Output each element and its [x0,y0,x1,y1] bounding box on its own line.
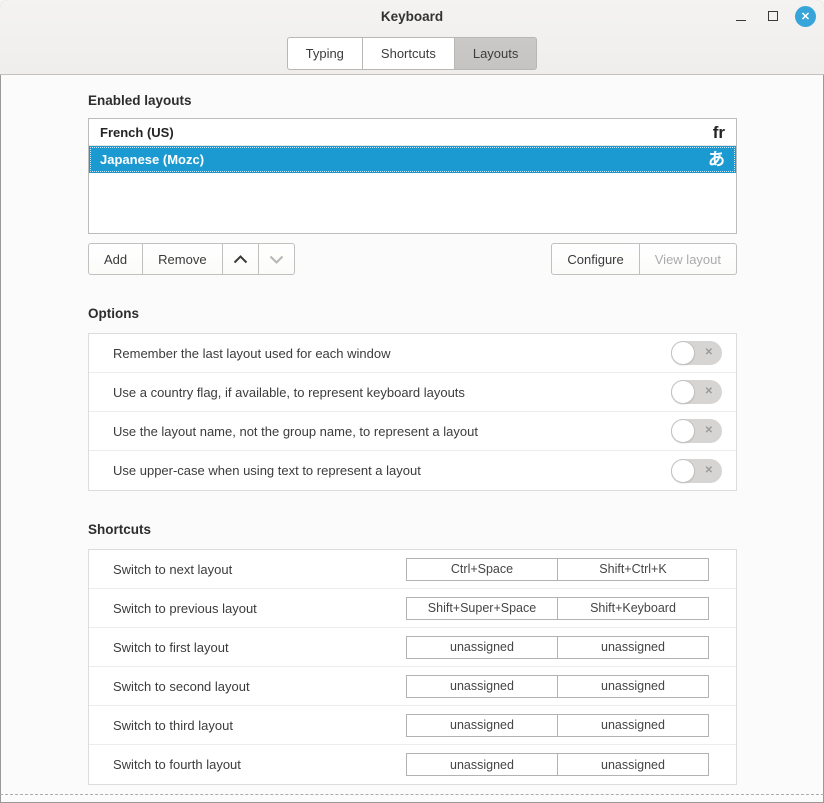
keybinding-cell-2[interactable]: Shift+Ctrl+K [557,559,708,580]
view-layout-button[interactable]: View layout [640,243,737,275]
shortcut-row: Switch to previous layout Shift+Super+Sp… [89,589,736,628]
keybinding-cell-2[interactable]: unassigned [557,715,708,736]
chevron-up-icon [233,255,248,264]
shortcut-label: Switch to second layout [113,679,250,694]
shortcut-label: Switch to third layout [113,718,233,733]
option-row: Use upper-case when using text to repres… [89,451,736,490]
options-box: Remember the last layout used for each w… [88,333,737,491]
tab-shortcuts[interactable]: Shortcuts [363,37,455,70]
toggle-knob [671,459,695,483]
keybinding-cell-1[interactable]: unassigned [407,754,557,775]
keybinding-cell-1[interactable]: Shift+Super+Space [407,598,557,619]
shortcuts-box: Switch to next layout Ctrl+Space Shift+C… [88,549,737,785]
minimize-icon [736,20,746,21]
titlebar[interactable]: Keyboard ✕ [0,0,824,32]
shortcut-label: Switch to next layout [113,562,232,577]
keybinding-pair: unassigned unassigned [406,636,709,659]
window-title: Keyboard [381,9,443,24]
tab-typing[interactable]: Typing [287,37,363,70]
layout-indicator-glyph: あ [708,151,725,168]
shortcut-row: Switch to first layout unassigned unassi… [89,628,736,667]
shortcuts-heading: Shortcuts [88,522,737,537]
keybinding-cell-1[interactable]: unassigned [407,676,557,697]
keybinding-cell-1[interactable]: Ctrl+Space [407,559,557,580]
move-down-button[interactable] [259,243,295,275]
toggle-switch[interactable]: ✕ [671,341,722,365]
content-area: Enabled layouts French (US) fr Japanese … [0,75,824,803]
layout-row[interactable]: French (US) fr [89,119,736,146]
close-button[interactable]: ✕ [795,6,816,27]
option-label: Use the layout name, not the group name,… [113,424,478,439]
layout-action-group: Configure View layout [551,243,737,275]
option-label: Use upper-case when using text to repres… [113,463,421,478]
toggle-off-icon: ✕ [705,348,713,358]
keyboard-settings-window: Keyboard ✕ Typing Shortcuts Layouts Enable… [0,0,824,803]
window-header: Keyboard ✕ Typing Shortcuts Layouts [0,0,824,75]
configure-button[interactable]: Configure [551,243,639,275]
option-row: Remember the last layout used for each w… [89,334,736,373]
maximize-icon [768,11,778,21]
toggle-switch[interactable]: ✕ [671,419,722,443]
keybinding-cell-2[interactable]: unassigned [557,676,708,697]
enabled-layouts-heading: Enabled layouts [88,93,737,108]
keybinding-cell-2[interactable]: unassigned [557,754,708,775]
shortcut-row: Switch to next layout Ctrl+Space Shift+C… [89,550,736,589]
add-button[interactable]: Add [88,243,143,275]
toggle-off-icon: ✕ [705,387,713,397]
shortcut-row: Switch to fourth layout unassigned unass… [89,745,736,784]
options-heading: Options [88,306,737,321]
keybinding-pair: Ctrl+Space Shift+Ctrl+K [406,558,709,581]
layout-row[interactable]: Japanese (Mozc) あ [89,146,736,173]
option-row: Use a country flag, if available, to rep… [89,373,736,412]
chevron-down-icon [269,255,284,264]
toggle-knob [671,419,695,443]
keybinding-pair: unassigned unassigned [406,675,709,698]
shortcut-row: Switch to second layout unassigned unass… [89,667,736,706]
option-label: Use a country flag, if available, to rep… [113,385,465,400]
layout-name: Japanese (Mozc) [100,152,204,167]
tab-group: Typing Shortcuts Layouts [287,37,538,70]
keybinding-cell-2[interactable]: Shift+Keyboard [557,598,708,619]
shortcut-label: Switch to first layout [113,640,229,655]
toggle-knob [671,341,695,365]
keybinding-cell-2[interactable]: unassigned [557,637,708,658]
keybinding-cell-1[interactable]: unassigned [407,715,557,736]
shortcut-label: Switch to fourth layout [113,757,241,772]
toggle-knob [671,380,695,404]
layout-edit-group: Add Remove [88,243,295,275]
shortcut-label: Switch to previous layout [113,601,257,616]
layout-list-buttons: Add Remove Configure View layout [88,243,737,275]
tab-label: Shortcuts [381,46,436,61]
option-row: Use the layout name, not the group name,… [89,412,736,451]
tab-label: Typing [306,46,344,61]
window-controls: ✕ [731,0,816,32]
layout-indicator-glyph: fr [713,124,725,141]
keybinding-cell-1[interactable]: unassigned [407,637,557,658]
shortcut-row: Switch to third layout unassigned unassi… [89,706,736,745]
layout-list[interactable]: French (US) fr Japanese (Mozc) あ [88,118,737,234]
scroll-focus-dashes [0,794,824,795]
keybinding-pair: unassigned unassigned [406,753,709,776]
toggle-switch[interactable]: ✕ [671,459,722,483]
option-label: Remember the last layout used for each w… [113,346,390,361]
keybinding-pair: Shift+Super+Space Shift+Keyboard [406,597,709,620]
tab-layouts[interactable]: Layouts [455,37,538,70]
keybinding-pair: unassigned unassigned [406,714,709,737]
maximize-button[interactable] [763,6,783,26]
remove-button[interactable]: Remove [143,243,222,275]
layout-name: French (US) [100,125,174,140]
toggle-off-icon: ✕ [705,426,713,436]
minimize-button[interactable] [731,6,751,26]
close-icon: ✕ [801,10,810,23]
tab-label: Layouts [473,46,519,61]
toggle-off-icon: ✕ [705,465,713,475]
spacer [295,243,552,275]
toggle-switch[interactable]: ✕ [671,380,722,404]
move-up-button[interactable] [223,243,259,275]
tab-bar: Typing Shortcuts Layouts [0,37,824,70]
